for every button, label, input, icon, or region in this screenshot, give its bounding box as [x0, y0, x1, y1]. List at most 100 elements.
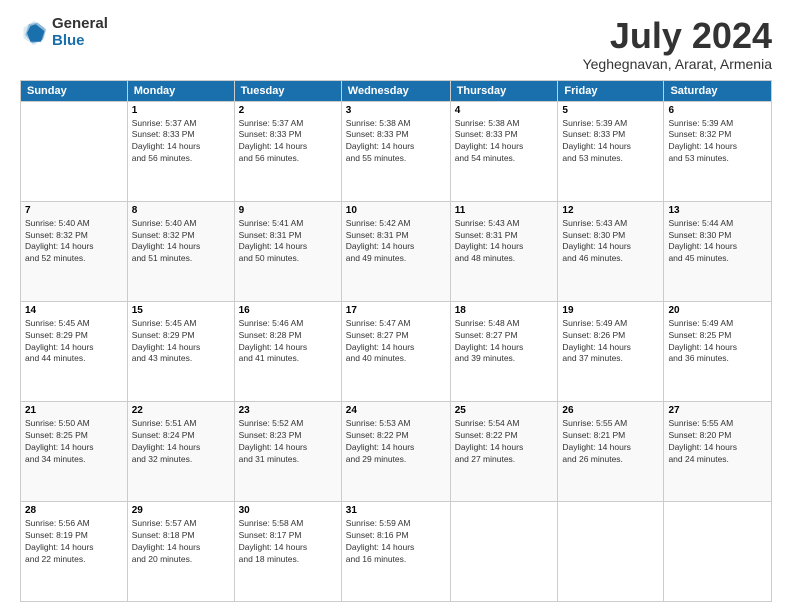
day-info: Sunrise: 5:48 AM Sunset: 8:27 PM Dayligh… — [455, 318, 554, 366]
day-number: 6 — [668, 105, 767, 116]
day-info: Sunrise: 5:49 AM Sunset: 8:26 PM Dayligh… — [562, 318, 659, 366]
day-number: 14 — [25, 305, 123, 316]
day-number: 7 — [25, 205, 123, 216]
day-cell: 3Sunrise: 5:38 AM Sunset: 8:33 PM Daylig… — [341, 101, 450, 201]
calendar-table: Sunday Monday Tuesday Wednesday Thursday… — [20, 80, 772, 602]
day-cell: 11Sunrise: 5:43 AM Sunset: 8:31 PM Dayli… — [450, 201, 558, 301]
day-info: Sunrise: 5:56 AM Sunset: 8:19 PM Dayligh… — [25, 518, 123, 566]
week-row-1: 1 Sunrise: 5:37 AM Sunset: 8:33 PM Daylig… — [21, 101, 772, 201]
day-info: Sunrise: 5:45 AM Sunset: 8:29 PM Dayligh… — [132, 318, 230, 366]
day-cell: 25 Sunrise: 5:54 AM Sunset: 8:22 PM Dayli… — [450, 401, 558, 501]
day-cell: 14 Sunrise: 5:45 AM Sunset: 8:29 PM Dayli… — [21, 301, 128, 401]
day-cell: 29 Sunrise: 5:57 AM Sunset: 8:18 PM Dayli… — [127, 501, 234, 601]
day-info: Sunrise: 5:57 AM Sunset: 8:18 PM Dayligh… — [132, 518, 230, 566]
day-info: Sunrise: 5:46 AM Sunset: 8:28 PM Dayligh… — [239, 318, 337, 366]
day-number: 4 — [455, 105, 554, 116]
day-info: Sunrise: 5:37 AM Sunset: 8:33 PM Dayligh… — [132, 118, 230, 166]
day-info: Sunrise: 5:55 AM Sunset: 8:21 PM Dayligh… — [562, 418, 659, 466]
day-number: 30 — [239, 505, 337, 516]
day-info: Sunrise: 5:43 AM Sunset: 8:31 PM Dayligh… — [455, 218, 554, 266]
day-info: Sunrise: 5:44 AM Sunset: 8:30 PM Dayligh… — [668, 218, 767, 266]
day-cell: 26 Sunrise: 5:55 AM Sunset: 8:21 PM Dayli… — [558, 401, 664, 501]
day-cell: 20Sunrise: 5:49 AM Sunset: 8:25 PM Dayli… — [664, 301, 772, 401]
day-cell: 8 Sunrise: 5:40 AM Sunset: 8:32 PM Daylig… — [127, 201, 234, 301]
day-number: 22 — [132, 405, 230, 416]
day-info: Sunrise: 5:45 AM Sunset: 8:29 PM Dayligh… — [25, 318, 123, 366]
day-cell: 21 Sunrise: 5:50 AM Sunset: 8:25 PM Dayli… — [21, 401, 128, 501]
logo-icon — [20, 19, 48, 47]
day-number: 26 — [562, 405, 659, 416]
day-info: Sunrise: 5:40 AM Sunset: 8:32 PM Dayligh… — [132, 218, 230, 266]
logo-general: General — [52, 16, 108, 33]
day-info: Sunrise: 5:53 AM Sunset: 8:22 PM Dayligh… — [346, 418, 446, 466]
day-number: 29 — [132, 505, 230, 516]
day-number: 12 — [562, 205, 659, 216]
day-cell: 13 Sunrise: 5:44 AM Sunset: 8:30 PM Dayli… — [664, 201, 772, 301]
day-number: 21 — [25, 405, 123, 416]
day-cell: 17Sunrise: 5:47 AM Sunset: 8:27 PM Dayli… — [341, 301, 450, 401]
col-tuesday: Tuesday — [234, 80, 341, 101]
day-number: 25 — [455, 405, 554, 416]
month-title: July 2024 — [583, 16, 772, 56]
day-cell: 22Sunrise: 5:51 AM Sunset: 8:24 PM Dayli… — [127, 401, 234, 501]
day-cell: 16Sunrise: 5:46 AM Sunset: 8:28 PM Dayli… — [234, 301, 341, 401]
day-number: 19 — [562, 305, 659, 316]
day-info: Sunrise: 5:40 AM Sunset: 8:32 PM Dayligh… — [25, 218, 123, 266]
logo-text: General Blue — [52, 16, 108, 49]
col-monday: Monday — [127, 80, 234, 101]
page: General Blue July 2024 Yeghegnavan, Arar… — [0, 0, 792, 612]
day-cell: 5 Sunrise: 5:39 AM Sunset: 8:33 PM Daylig… — [558, 101, 664, 201]
day-number: 15 — [132, 305, 230, 316]
day-info: Sunrise: 5:37 AM Sunset: 8:33 PM Dayligh… — [239, 118, 337, 166]
day-number: 8 — [132, 205, 230, 216]
day-number: 5 — [562, 105, 659, 116]
logo: General Blue — [20, 16, 108, 49]
day-info: Sunrise: 5:58 AM Sunset: 8:17 PM Dayligh… — [239, 518, 337, 566]
day-cell — [664, 501, 772, 601]
week-row-3: 14 Sunrise: 5:45 AM Sunset: 8:29 PM Dayli… — [21, 301, 772, 401]
day-cell: 7 Sunrise: 5:40 AM Sunset: 8:32 PM Daylig… — [21, 201, 128, 301]
day-number: 24 — [346, 405, 446, 416]
day-number: 17 — [346, 305, 446, 316]
day-number: 1 — [132, 105, 230, 116]
col-saturday: Saturday — [664, 80, 772, 101]
day-info: Sunrise: 5:43 AM Sunset: 8:30 PM Dayligh… — [562, 218, 659, 266]
day-cell: 12 Sunrise: 5:43 AM Sunset: 8:30 PM Dayli… — [558, 201, 664, 301]
logo-blue: Blue — [52, 33, 108, 50]
day-cell: 31Sunrise: 5:59 AM Sunset: 8:16 PM Dayli… — [341, 501, 450, 601]
day-cell: 18 Sunrise: 5:48 AM Sunset: 8:27 PM Dayli… — [450, 301, 558, 401]
day-info: Sunrise: 5:42 AM Sunset: 8:31 PM Dayligh… — [346, 218, 446, 266]
day-cell: 24 Sunrise: 5:53 AM Sunset: 8:22 PM Dayli… — [341, 401, 450, 501]
day-info: Sunrise: 5:38 AM Sunset: 8:33 PM Dayligh… — [455, 118, 554, 166]
week-row-2: 7 Sunrise: 5:40 AM Sunset: 8:32 PM Daylig… — [21, 201, 772, 301]
day-info: Sunrise: 5:55 AM Sunset: 8:20 PM Dayligh… — [668, 418, 767, 466]
day-info: Sunrise: 5:50 AM Sunset: 8:25 PM Dayligh… — [25, 418, 123, 466]
day-number: 28 — [25, 505, 123, 516]
day-cell: 9Sunrise: 5:41 AM Sunset: 8:31 PM Daylig… — [234, 201, 341, 301]
week-row-5: 28 Sunrise: 5:56 AM Sunset: 8:19 PM Dayli… — [21, 501, 772, 601]
day-info: Sunrise: 5:39 AM Sunset: 8:33 PM Dayligh… — [562, 118, 659, 166]
day-number: 18 — [455, 305, 554, 316]
calendar-header-row: Sunday Monday Tuesday Wednesday Thursday… — [21, 80, 772, 101]
day-info: Sunrise: 5:52 AM Sunset: 8:23 PM Dayligh… — [239, 418, 337, 466]
day-number: 20 — [668, 305, 767, 316]
day-info: Sunrise: 5:54 AM Sunset: 8:22 PM Dayligh… — [455, 418, 554, 466]
day-cell: 15 Sunrise: 5:45 AM Sunset: 8:29 PM Dayli… — [127, 301, 234, 401]
day-cell: 4 Sunrise: 5:38 AM Sunset: 8:33 PM Daylig… — [450, 101, 558, 201]
day-number: 2 — [239, 105, 337, 116]
day-cell: 30 Sunrise: 5:58 AM Sunset: 8:17 PM Dayli… — [234, 501, 341, 601]
day-info: Sunrise: 5:39 AM Sunset: 8:32 PM Dayligh… — [668, 118, 767, 166]
title-block: July 2024 Yeghegnavan, Ararat, Armenia — [583, 16, 772, 72]
day-cell: 6 Sunrise: 5:39 AM Sunset: 8:32 PM Daylig… — [664, 101, 772, 201]
day-cell: 10 Sunrise: 5:42 AM Sunset: 8:31 PM Dayli… — [341, 201, 450, 301]
day-info: Sunrise: 5:41 AM Sunset: 8:31 PM Dayligh… — [239, 218, 337, 266]
col-friday: Friday — [558, 80, 664, 101]
day-cell — [21, 101, 128, 201]
day-number: 13 — [668, 205, 767, 216]
day-info: Sunrise: 5:59 AM Sunset: 8:16 PM Dayligh… — [346, 518, 446, 566]
location-title: Yeghegnavan, Ararat, Armenia — [583, 56, 772, 72]
day-cell: 19 Sunrise: 5:49 AM Sunset: 8:26 PM Dayli… — [558, 301, 664, 401]
day-number: 10 — [346, 205, 446, 216]
day-cell — [558, 501, 664, 601]
day-info: Sunrise: 5:38 AM Sunset: 8:33 PM Dayligh… — [346, 118, 446, 166]
